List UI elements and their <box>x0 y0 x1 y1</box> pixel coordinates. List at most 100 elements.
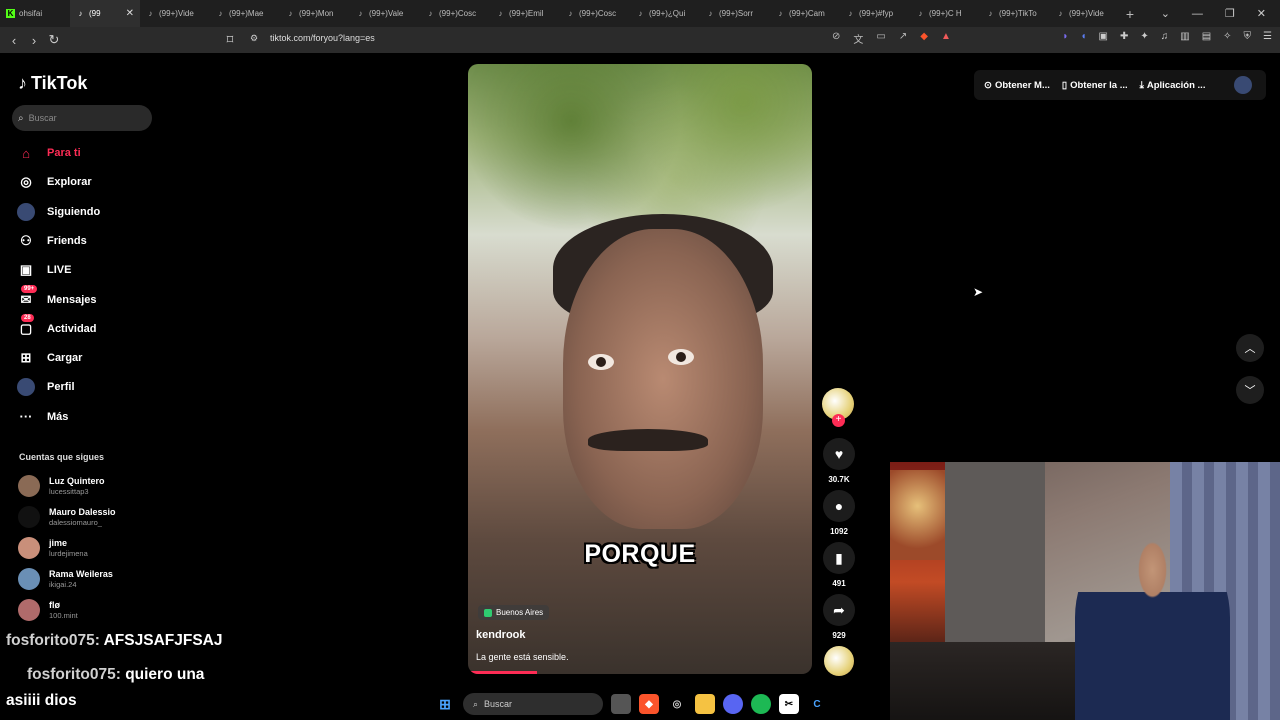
app-icon[interactable]: ◎ <box>667 694 687 714</box>
heart-icon[interactable]: ♥ <box>823 438 855 470</box>
browser-tab[interactable]: ♪ (99+)Cam <box>770 0 840 27</box>
following-account[interactable]: jime lurdejimena <box>18 537 88 559</box>
browser-tab[interactable]: Kohsifai <box>0 0 70 27</box>
spotify-icon[interactable] <box>751 694 771 714</box>
search-input[interactable]: ⌕ Buscar <box>12 105 152 131</box>
tab-list-icon[interactable]: ⌄ <box>1161 7 1170 20</box>
maximize-icon[interactable]: ❐ <box>1225 7 1235 20</box>
upload-icon: ⊞ <box>20 350 32 366</box>
menu-icon[interactable]: ☰ <box>1263 31 1272 42</box>
minimize-icon[interactable]: — <box>1192 8 1203 20</box>
brave-icon[interactable]: ◆ <box>639 694 659 714</box>
music-icon[interactable]: ♫ <box>1161 31 1169 42</box>
video-author[interactable]: kendrook <box>476 629 526 641</box>
get-coins-button[interactable]: ⊙ Obtener M... <box>984 80 1050 91</box>
desktop-app-button[interactable]: ⤓ Aplicación ... <box>1140 80 1206 91</box>
creator-avatar[interactable]: + <box>822 388 854 427</box>
browser-tab[interactable]: ♪ (99+)#fyp <box>840 0 910 27</box>
previous-video-button[interactable]: ︿ <box>1236 334 1264 362</box>
url-field[interactable]: tiktok.com/foryou?lang=es <box>270 33 375 43</box>
share-action[interactable]: ➦ 929 <box>822 594 856 640</box>
sidebar-item-friends[interactable]: ⚇ Friends <box>17 231 87 251</box>
back-icon[interactable]: ‹ <box>4 33 24 48</box>
follow-plus-icon[interactable]: + <box>832 414 845 427</box>
capcut-icon[interactable]: ✂ <box>779 694 799 714</box>
discord-icon[interactable] <box>723 694 743 714</box>
tiktok-logo[interactable]: ♪ TikTok <box>18 73 87 94</box>
following-account[interactable]: Luz Quintero lucessittap3 <box>18 475 105 497</box>
file-explorer-icon[interactable] <box>695 694 715 714</box>
wallet-icon[interactable]: ▤ <box>1202 31 1211 42</box>
leo-icon[interactable]: ✦ <box>1140 31 1148 42</box>
sidebar-item-live[interactable]: ▣ LIVE <box>17 260 72 280</box>
browser-tab[interactable]: ♪ (99+)Mon <box>280 0 350 27</box>
sound-disc[interactable] <box>822 646 856 676</box>
extensions-icon[interactable]: ✚ <box>1120 31 1128 42</box>
sidebar-item-explorar[interactable]: ◎ Explorar <box>17 172 91 192</box>
chat-message: fosforito075: AFSJSAFJFSAJ <box>6 632 222 650</box>
sidebar-item-actividad[interactable]: ▢ 28 Actividad <box>17 313 97 339</box>
translate-icon[interactable]: 文 <box>853 31 863 46</box>
audio-icon[interactable]: ◖ <box>1080 31 1086 42</box>
windows-start-icon[interactable]: ⊞ <box>435 694 455 714</box>
location-tag[interactable]: Buenos Aires <box>478 605 550 620</box>
taskbar-search[interactable]: ⌕ Buscar <box>463 693 603 715</box>
no-image-icon[interactable]: ⊘ <box>832 31 840 46</box>
tiktok-icon: ♪ <box>568 9 573 18</box>
bookmark-save-icon[interactable]: ▮ <box>823 542 855 574</box>
sidebar-item-siguiendo[interactable]: Siguiendo <box>17 202 100 222</box>
music-disc-icon[interactable] <box>824 646 854 676</box>
sidebar-item-para-ti[interactable]: ⌂ Para ti <box>17 143 81 163</box>
brave-rewards-icon[interactable]: ▲ <box>941 31 951 46</box>
sidebar-toggle-icon[interactable]: ▥ <box>1180 31 1189 42</box>
browser-tab[interactable]: ♪ (99+)Vide <box>140 0 210 27</box>
task-view-icon[interactable] <box>611 694 631 714</box>
save-action[interactable]: ▮ 491 <box>822 542 856 588</box>
browser-tab[interactable]: ♪ (99 ✕ <box>70 0 140 27</box>
tab-label: (99+)#fyp <box>859 9 894 18</box>
vpn-icon[interactable]: ◗ <box>1062 31 1068 42</box>
bookmark-icon[interactable]: ⌑ <box>220 32 240 48</box>
user-avatar[interactable] <box>1234 76 1252 94</box>
following-account[interactable]: Rama Weileras ikigai.24 <box>18 568 113 590</box>
sidebar-item-cargar[interactable]: ⊞ Cargar <box>17 348 83 368</box>
browser-tab[interactable]: ♪ (99+)Emil <box>490 0 560 27</box>
browser-tab[interactable]: ♪ (99+)TikTo <box>980 0 1050 27</box>
get-app-button[interactable]: ▯ Obtener la ... <box>1062 80 1128 91</box>
browser-tab[interactable]: ♪ (99+)Mae <box>210 0 280 27</box>
screenshot-icon[interactable]: ▣ <box>1099 31 1108 42</box>
browser-tab[interactable]: ♪ (99+)¿Qui <box>630 0 700 27</box>
following-account[interactable]: flø 100.mint <box>18 599 78 621</box>
comment-icon[interactable]: ● <box>823 490 855 522</box>
browser-tab[interactable]: ♪ (99+)Vale <box>350 0 420 27</box>
new-tab-icon[interactable]: + <box>1120 6 1140 22</box>
brave-shield-icon[interactable]: ◆ <box>920 31 928 46</box>
sidebar-item-perfil[interactable]: Perfil <box>17 377 75 397</box>
browser-tab[interactable]: ♪ (99+)Vide <box>1050 0 1120 27</box>
sidebar-item-más[interactable]: ··· Más <box>17 407 69 427</box>
browser-tab[interactable]: ♪ (99+)C H <box>910 0 980 27</box>
close-tab-icon[interactable]: ✕ <box>126 8 134 19</box>
browser-tab[interactable]: ♪ (99+)Cosc <box>560 0 630 27</box>
like-action[interactable]: ♥ 30.7K <box>822 438 856 484</box>
share-arrow-icon[interactable]: ➦ <box>823 594 855 626</box>
browser-tab[interactable]: ♪ (99+)Cosc <box>420 0 490 27</box>
share-icon[interactable]: ↗ <box>899 31 907 46</box>
next-video-button[interactable]: ﹀ <box>1236 376 1264 404</box>
video-progress-bar[interactable] <box>468 671 537 674</box>
app-icon[interactable]: C <box>807 694 827 714</box>
sidebar-item-mensajes[interactable]: ✉ 99+ Mensajes <box>17 284 97 310</box>
cast-icon[interactable]: ▭ <box>876 31 885 46</box>
tiktok-icon: ♪ <box>218 9 223 18</box>
following-account[interactable]: Mauro Dalessio dalessiomauro_ <box>18 506 116 528</box>
ai-icon[interactable]: ✧ <box>1223 31 1231 42</box>
video-player[interactable]: PORQUE Buenos Aires kendrook La gente es… <box>468 64 812 674</box>
comment-action[interactable]: ● 1092 <box>822 490 856 536</box>
vpn-shield-icon[interactable]: ⛨ <box>1244 31 1252 42</box>
forward-icon[interactable]: › <box>24 33 44 48</box>
reload-icon[interactable]: ↻ <box>44 32 64 48</box>
video-subject-eye <box>588 354 614 370</box>
site-info-icon[interactable]: ⚙ <box>250 33 258 44</box>
close-window-icon[interactable]: ✕ <box>1257 7 1266 20</box>
browser-tab[interactable]: ♪ (99+)Sorr <box>700 0 770 27</box>
